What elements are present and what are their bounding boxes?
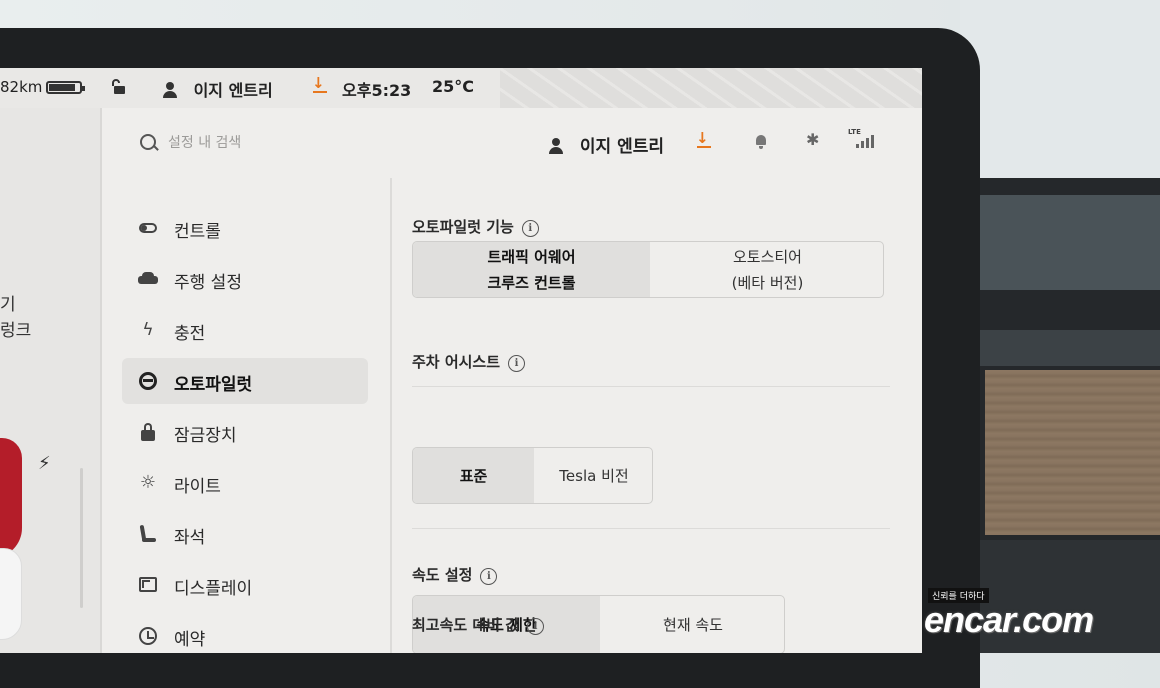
dashboard-wood-trim [985, 370, 1160, 535]
option-current-speed[interactable]: 현재 속도 [600, 596, 784, 653]
range-readout: 82km [0, 78, 43, 96]
sidebar-item-label: 예약 [174, 630, 206, 650]
sidebar-item-charging[interactable]: ϟ 충전 [122, 307, 368, 353]
lock-icon [138, 422, 158, 442]
option-line-1: 오토스티어 [732, 247, 802, 266]
dashboard-glass [975, 195, 1160, 290]
watermark: 신뢰를 더하다 encar.com [922, 585, 1158, 649]
sidebar-item-label: 컨트롤 [174, 222, 221, 242]
battery-icon [46, 81, 85, 94]
option-tesla-vision[interactable]: Tesla 비전 [534, 448, 652, 503]
charge-port-icon[interactable]: ⚡ [38, 453, 51, 474]
settings-sidebar: 컨트롤 주행 설정 ϟ 충전 오토파일럿 잠금장치 ☼ 라이트 좌석 디스플레이 [102, 178, 392, 653]
speed-setting-title: 속도 설정 i [412, 564, 498, 585]
search-input[interactable] [166, 130, 370, 156]
sidebar-item-label: 주행 설정 [174, 273, 242, 293]
sidebar-item-label: 오토파일럿 [174, 375, 253, 395]
sidebar-item-schedule[interactable]: 예약 [122, 613, 368, 653]
watermark-logo: encar.com [924, 599, 1094, 640]
sidebar-item-lights[interactable]: ☼ 라이트 [122, 460, 368, 506]
clock-icon [138, 626, 158, 646]
touchscreen: 82km 이지 엔트리 ↓ 오후5:23 25°C 기 렁크 ⚡ 이지 엔트리 [0, 68, 922, 653]
profile-status[interactable]: 이지 엔트리 [162, 77, 273, 101]
status-bar: 82km 이지 엔트리 ↓ 오후5:23 25°C [0, 68, 922, 108]
sidebar-item-locks[interactable]: 잠금장치 [122, 409, 368, 455]
section-title-text: 속도 설정 [412, 566, 473, 584]
car-image [0, 438, 22, 558]
parking-assist-selector: 표준 Tesla 비전 [412, 447, 653, 504]
autopilot-features-selector: 트래픽 어웨어크루즈 컨트롤 오토스티어 (베타 버전) [412, 241, 884, 298]
divider [412, 528, 890, 529]
seat-icon [138, 524, 158, 544]
car-image-lower [0, 548, 22, 640]
lte-label: LTE [848, 128, 861, 136]
search-icon [140, 134, 156, 150]
option-line-2: 크루즈 컨트롤 [487, 273, 576, 292]
toggle-icon [138, 218, 158, 238]
lte-signal-icon: LTE [848, 128, 878, 148]
section-title-text: 주차 어시스트 [412, 353, 501, 371]
software-download-icon[interactable]: ↓ [696, 129, 716, 152]
notification-bell-icon[interactable] [752, 132, 772, 152]
option-autosteer[interactable]: 오토스티어 (베타 버전) [650, 242, 883, 297]
car-panel-label-1[interactable]: 기 [0, 290, 16, 315]
option-standard[interactable]: 표준 [413, 448, 534, 503]
sidebar-item-controls[interactable]: 컨트롤 [122, 205, 368, 251]
autopilot-settings: 오토파일럿 기능 i 트래픽 어웨어크루즈 컨트롤 오토스티어 (베타 버전) 주차… [392, 178, 922, 653]
header-profile-name: 이지 엔트리 [579, 137, 665, 157]
dashboard-vent [975, 330, 1160, 366]
divider [412, 386, 890, 387]
sidebar-item-label: 충전 [174, 324, 206, 344]
car-panel: 기 렁크 ⚡ [0, 108, 102, 653]
battery-fill [49, 84, 75, 91]
sidebar-item-label: 디스플레이 [174, 579, 253, 599]
profile-name: 이지 엔트리 [193, 81, 273, 100]
download-status[interactable]: ↓ [312, 74, 328, 96]
header-profile[interactable]: 이지 엔트리 [548, 132, 664, 157]
autopilot-features-title: 오토파일럿 기능 i [412, 216, 539, 237]
steering-wheel-icon [138, 371, 158, 391]
info-icon[interactable]: i [508, 355, 526, 372]
sidebar-item-seats[interactable]: 좌석 [122, 511, 368, 557]
temperature: 25°C [432, 77, 475, 96]
bluetooth-icon[interactable]: ✱ [806, 130, 826, 150]
car-icon [138, 269, 158, 289]
light-icon: ☼ [139, 472, 157, 493]
speed-offset-title: 최고속도 대비 값 i [412, 614, 545, 635]
sidebar-item-autopilot[interactable]: 오토파일럿 [122, 358, 368, 404]
section-title-text: 오토파일럿 기능 [412, 218, 514, 236]
scrollbar[interactable] [80, 468, 83, 608]
clock: 오후5:23 [342, 81, 412, 100]
download-icon: ↓ [312, 74, 328, 94]
sidebar-item-driving[interactable]: 주행 설정 [122, 256, 368, 302]
person-icon [162, 82, 178, 98]
display-icon [138, 575, 158, 595]
person-icon [548, 138, 564, 154]
section-title-text: 최고속도 대비 값 [412, 616, 520, 634]
parking-assist-title: 주차 어시스트 i [412, 351, 526, 372]
map-background [500, 68, 922, 108]
info-icon[interactable]: i [521, 220, 539, 237]
option-line-2: (베타 버전) [731, 273, 804, 292]
info-icon[interactable]: i [480, 568, 498, 585]
sidebar-item-label: 라이트 [174, 477, 221, 497]
car-panel-label-2[interactable]: 렁크 [0, 316, 31, 341]
sidebar-item-display[interactable]: 디스플레이 [122, 562, 368, 608]
bolt-icon: ϟ [142, 320, 154, 340]
sidebar-item-label: 잠금장치 [174, 426, 237, 446]
option-traffic-aware-cruise[interactable]: 트래픽 어웨어크루즈 컨트롤 [413, 242, 650, 297]
unlocked-icon[interactable] [112, 79, 128, 95]
sidebar-item-label: 좌석 [174, 528, 206, 548]
info-icon[interactable]: i [527, 618, 545, 635]
option-line-1: 트래픽 어웨어 [487, 247, 576, 266]
settings-header: 이지 엔트리 ↓ ✱ LTE [102, 108, 922, 179]
